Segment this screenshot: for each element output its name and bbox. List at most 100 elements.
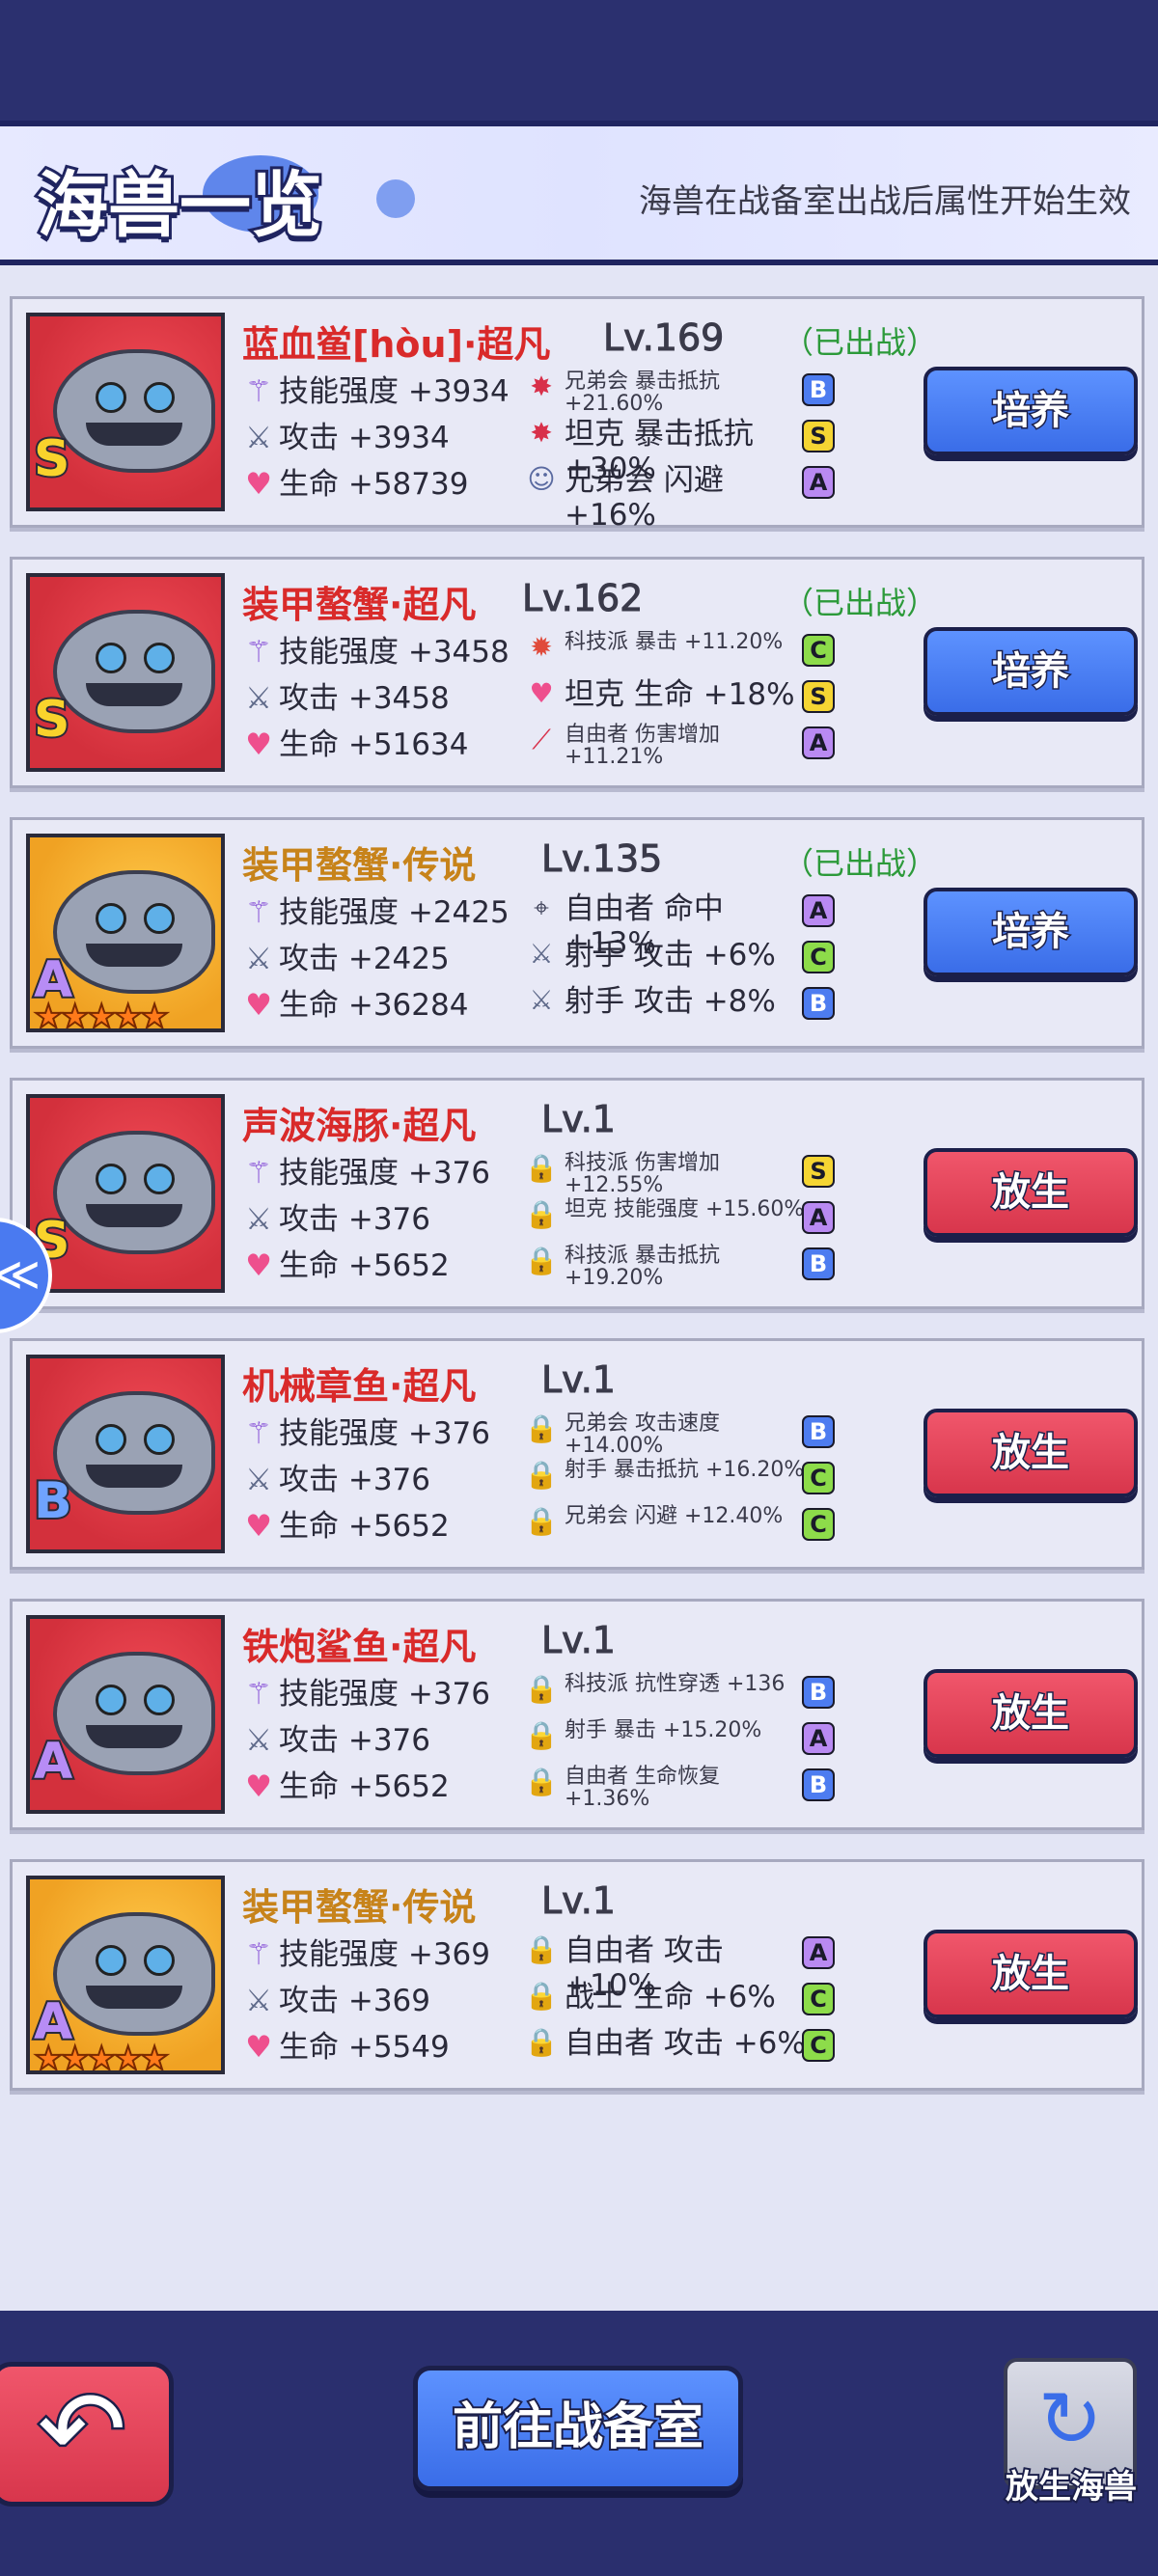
monster-portrait[interactable]: B <box>26 1355 225 1553</box>
monster-mouth <box>86 1465 182 1488</box>
lock-icon: 🔒 <box>524 1980 559 2012</box>
bonus-tier-badge: C <box>802 1983 835 2015</box>
heart-icon: ♥ <box>245 1248 272 1283</box>
monster-mouth <box>86 944 182 967</box>
bonus-text: 射手 暴击抵抗 +16.20% <box>565 1458 805 1482</box>
magic-wand-icon: ⚚ <box>245 895 272 930</box>
heart-icon: ♥ <box>245 727 272 762</box>
train-button[interactable]: 培养 <box>924 627 1138 716</box>
bonus-text: 射手 攻击 +6% <box>565 938 776 973</box>
sword-icon: ⚔ <box>245 1723 272 1758</box>
page-subtitle: 海兽在战备室出战后属性开始生效 <box>639 182 1131 221</box>
sword-icon: ⚔ <box>245 421 272 455</box>
bonus-text: 坦克 生命 +18% <box>565 677 795 712</box>
monster-portrait[interactable]: A <box>26 1615 225 1814</box>
deploy-status: （已出战） <box>783 845 938 882</box>
stat-skill: ⚚ 技能强度 +376 <box>242 1409 490 1452</box>
star-rating: ★★★★★ <box>33 997 170 1032</box>
stat-hp: ♥ 生命 +5652 <box>242 1762 450 1805</box>
monster-eye <box>144 643 175 673</box>
lock-icon: 🔒 <box>524 1245 559 1276</box>
monster-level: Lv.169 <box>602 316 725 360</box>
monster-portrait[interactable]: S <box>26 573 225 772</box>
sword-icon: ⚔ <box>529 984 554 1016</box>
stat-attack: ⚔ 攻击 +376 <box>242 1194 430 1238</box>
stat-attack: ⚔ 攻击 +3458 <box>242 673 450 717</box>
bonus-text: 自由者 伤害增加 +11.21% <box>565 723 720 769</box>
monster-list[interactable]: S 蓝血鲎[hòu]·超凡 Lv.169 （已出战） ⚚ 技能强度 +3934 ⚔ 攻击 +3… <box>0 265 1158 2311</box>
back-button[interactable]: ↶ <box>0 2362 174 2507</box>
monster-eye <box>96 643 126 673</box>
stat-hp: ♥ 生命 +51634 <box>242 720 468 763</box>
stat-attack-value: 攻击 +3934 <box>279 421 450 455</box>
release-button[interactable]: 放生 <box>924 1409 1138 1497</box>
bonus-text: 科技派 伤害增加 +12.55% <box>565 1151 720 1197</box>
bonus-tier-badge: S <box>802 680 835 713</box>
deploy-status: （已出战） <box>783 585 938 621</box>
stat-attack-value: 攻击 +3458 <box>279 681 450 716</box>
stat-hp: ♥ 生命 +58739 <box>242 459 468 503</box>
monster-portrait[interactable]: A ★★★★★ <box>26 834 225 1032</box>
monster-mouth <box>86 1986 182 2009</box>
monster-name: 机械章鱼·超凡 <box>242 1365 477 1408</box>
lock-icon: 🔒 <box>524 1673 559 1705</box>
bonus-tier-badge: B <box>802 373 835 406</box>
monster-card[interactable]: A ★★★★★ 装甲螯蟹·传说 Lv.135 （已出战） ⚚ 技能强度 +2425 ⚔ 攻击 +… <box>10 817 1144 1049</box>
lock-icon: 🔒 <box>524 1719 559 1751</box>
monster-name: 铁炮鲨鱼·超凡 <box>242 1626 477 1668</box>
monster-portrait[interactable]: S <box>26 1094 225 1293</box>
monster-art <box>53 349 215 473</box>
monster-portrait[interactable]: A ★★★★★ <box>26 1876 225 2074</box>
monster-card[interactable]: A ★★★★★ 装甲螯蟹·传说 Lv.1 ⚚ 技能强度 +369 ⚔ 攻击 +369 ♥ 生命 +… <box>10 1859 1144 2091</box>
stat-skill-value: 技能强度 +2425 <box>279 895 510 930</box>
monster-card[interactable]: S 蓝血鲎[hòu]·超凡 Lv.169 （已出战） ⚚ 技能强度 +3934 ⚔ 攻击 +3… <box>10 296 1144 533</box>
stat-hp-value: 生命 +5652 <box>279 1248 450 1283</box>
release-monster-label: 放生海兽 <box>1004 2466 1139 2508</box>
deploy-status: （已出战） <box>783 324 938 361</box>
lock-icon: 🔒 <box>524 1459 559 1491</box>
monster-level: Lv.1 <box>541 1879 617 1923</box>
stat-attack-value: 攻击 +369 <box>279 1984 430 2018</box>
monster-art <box>53 610 215 733</box>
monster-art <box>53 1652 215 1775</box>
stat-skill-value: 技能强度 +376 <box>279 1416 490 1451</box>
monster-mouth <box>86 1204 182 1227</box>
monster-level: Lv.135 <box>540 837 663 881</box>
monster-eye <box>96 903 126 934</box>
monster-level: Lv.1 <box>541 1098 617 1141</box>
bonus-text: 科技派 暴击抵抗 +19.20% <box>565 1244 720 1290</box>
train-button[interactable]: 培养 <box>924 367 1138 455</box>
crit-icon: ✹ <box>530 631 553 663</box>
goto-prep-room-button[interactable]: 前往战备室 <box>413 2366 743 2491</box>
monster-card[interactable]: A 铁炮鲨鱼·超凡 Lv.1 ⚚ 技能强度 +376 ⚔ 攻击 +376 ♥ 生命 +5652 🔒… <box>10 1599 1144 1830</box>
lock-icon: 🔒 <box>524 1505 559 1537</box>
release-button[interactable]: 放生 <box>924 1148 1138 1237</box>
bonus-tier-badge: C <box>802 634 835 667</box>
stat-skill-value: 技能强度 +3458 <box>279 635 510 670</box>
header-banner: 海兽一览 海兽在战备室出战后属性开始生效 <box>0 121 1158 265</box>
bonus-tier-badge: C <box>802 2029 835 2062</box>
monster-name: 装甲螯蟹·超凡 <box>242 584 477 626</box>
monster-card[interactable]: S 声波海豚·超凡 Lv.1 ⚚ 技能强度 +376 ⚔ 攻击 +376 ♥ 生命 +5652 🔒… <box>10 1078 1144 1309</box>
bonus-text: 兄弟会 闪避 +16% <box>565 463 724 533</box>
monster-card[interactable]: S 装甲螯蟹·超凡 Lv.162 （已出战） ⚚ 技能强度 +3458 ⚔ 攻击 +3458 ♥… <box>10 557 1144 788</box>
monster-art <box>53 1391 215 1515</box>
stat-skill: ⚚ 技能强度 +376 <box>242 1148 490 1192</box>
monster-portrait[interactable]: S <box>26 313 225 511</box>
magic-wand-icon: ⚚ <box>245 1677 272 1712</box>
bonus-tier-badge: B <box>802 987 835 1020</box>
train-button[interactable]: 培养 <box>924 888 1138 976</box>
release-button[interactable]: 放生 <box>924 1930 1138 2018</box>
release-button[interactable]: 放生 <box>924 1669 1138 1758</box>
bonus-tier-badge: S <box>802 1155 835 1188</box>
stat-skill-value: 技能强度 +376 <box>279 1677 490 1712</box>
magic-wand-icon: ⚚ <box>245 635 272 670</box>
monster-card[interactable]: B 机械章鱼·超凡 Lv.1 ⚚ 技能强度 +376 ⚔ 攻击 +376 ♥ 生命 +5652 🔒… <box>10 1338 1144 1570</box>
bonus-tier-badge: C <box>802 941 835 973</box>
top-band <box>0 0 1158 121</box>
magic-wand-icon: ⚚ <box>245 1937 272 1972</box>
stat-hp-value: 生命 +51634 <box>279 727 469 762</box>
claw-icon: ✸ <box>530 370 553 402</box>
heart-icon: ♥ <box>529 677 554 709</box>
bonus-text: 兄弟会 攻击速度 +14.00% <box>565 1411 720 1458</box>
